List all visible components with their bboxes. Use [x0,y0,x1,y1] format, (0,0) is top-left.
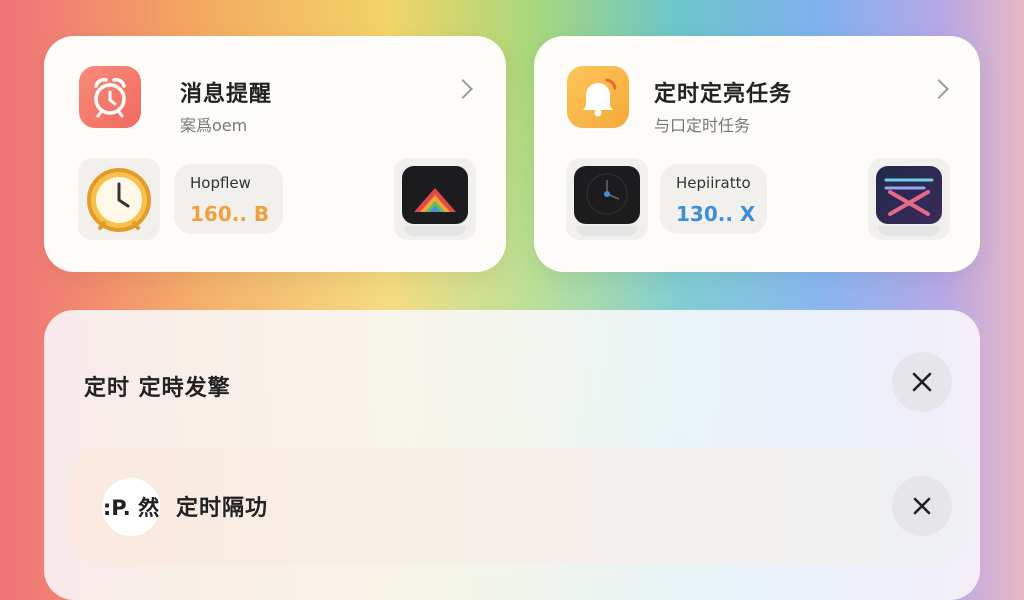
stat-box: Hepiiratto 130.. X [660,164,767,234]
row-label: 定时隔功 [176,496,269,521]
close-icon [912,372,932,392]
card-subtitle: 与口定时任务 [654,116,751,135]
stat-label: Hepiiratto [676,174,751,192]
timer-panel: 定时 定時发擎 :P. 然 定时隔功 [44,310,980,600]
list-item[interactable]: :P. 然 定时隔功 [72,448,966,564]
remove-item-button[interactable] [892,476,952,536]
stat-value: 160.. B [190,202,270,226]
card-title: 定时定亮任务 [654,82,793,107]
stat-box: Hopflew 160.. B [174,164,283,234]
device-stand [878,226,940,236]
timer-task-card[interactable]: 定时定亮任务 与口定时任务 Hepiiratto 130.. X [534,36,980,272]
bell-icon [567,66,629,128]
device-stand [404,226,466,236]
device-thumbnail[interactable] [394,158,476,240]
analog-clock-icon [87,168,151,232]
stat-label: Hopflew [190,174,251,192]
panel-title: 定时 定時发擎 [84,376,231,401]
smart-clock-display-icon [574,166,640,224]
close-icon [913,497,931,515]
clock-thumbnail[interactable] [78,158,160,240]
chevron-right-icon[interactable] [453,79,473,99]
reminder-card[interactable]: 消息提醒 案爲oem Hopflew 160.. B [44,36,506,272]
card-title: 消息提醒 [180,82,273,107]
alarm-clock-icon [79,66,141,128]
row-badge: :P. 然 [102,478,160,536]
card-subtitle: 案爲oem [180,116,248,135]
close-button[interactable] [892,352,952,412]
device-thumbnail[interactable] [868,158,950,240]
device-stand [576,226,638,236]
chevron-right-icon[interactable] [929,79,949,99]
smart-display-icon [402,166,468,224]
stat-value: 130.. X [676,202,756,226]
device-thumbnail[interactable] [566,158,648,240]
smart-display-icon [876,166,942,224]
